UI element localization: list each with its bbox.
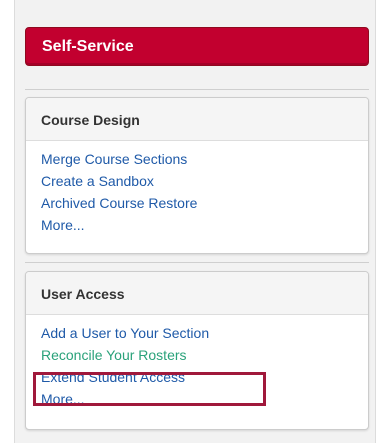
user-access-panel: User Access Add a User to Your Section R… bbox=[25, 271, 369, 430]
section-divider bbox=[25, 89, 369, 90]
self-service-sidebar: Self-Service Course Design Merge Course … bbox=[14, 0, 376, 443]
self-service-title: Self-Service bbox=[42, 38, 134, 55]
reconcile-rosters-link[interactable]: Reconcile Your Rosters bbox=[41, 344, 368, 366]
extend-student-access-highlight bbox=[33, 372, 266, 406]
archived-course-restore-link[interactable]: Archived Course Restore bbox=[41, 192, 368, 214]
course-design-more-link[interactable]: More... bbox=[41, 214, 368, 236]
course-design-heading: Course Design bbox=[26, 98, 368, 141]
course-design-links: Merge Course Sections Create a Sandbox A… bbox=[26, 141, 368, 236]
user-access-heading: User Access bbox=[26, 272, 368, 315]
course-design-panel: Course Design Merge Course Sections Crea… bbox=[25, 97, 369, 254]
self-service-header-button[interactable]: Self-Service bbox=[25, 27, 369, 66]
create-sandbox-link[interactable]: Create a Sandbox bbox=[41, 170, 368, 192]
section-divider bbox=[25, 262, 369, 263]
add-user-to-section-link[interactable]: Add a User to Your Section bbox=[41, 322, 368, 344]
merge-course-sections-link[interactable]: Merge Course Sections bbox=[41, 148, 368, 170]
